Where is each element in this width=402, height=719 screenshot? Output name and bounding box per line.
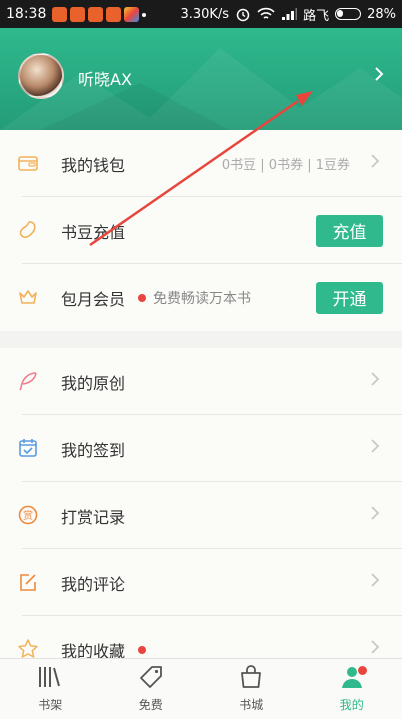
reward-icon: 赏 bbox=[18, 505, 38, 525]
chevron-right-icon bbox=[370, 505, 380, 526]
tab-label: 书城 bbox=[239, 698, 264, 712]
chevron-right-icon bbox=[370, 153, 380, 174]
menu-item-label: 我的评论 bbox=[61, 574, 126, 594]
photos-notification-icon bbox=[124, 6, 140, 22]
app-notification-icon bbox=[52, 6, 68, 22]
profile-header[interactable]: 听晓AX bbox=[0, 28, 402, 130]
recharge-row[interactable]: 书豆充值 充值 bbox=[0, 197, 402, 264]
status-time: 18:38 bbox=[6, 6, 47, 22]
tag-icon bbox=[139, 666, 162, 688]
tab-label: 免费 bbox=[138, 698, 163, 712]
menu-section: 我的原创 我的签到 赏 打赏记录 我的评论 我的收藏 bbox=[0, 348, 402, 658]
wallet-icon bbox=[18, 156, 38, 171]
menu-item-checkin[interactable]: 我的签到 bbox=[0, 415, 402, 482]
bookshelf-icon bbox=[39, 667, 61, 687]
status-right: 3.30K/s 路飞 28% bbox=[180, 5, 396, 24]
wallet-label: 我的钱包 bbox=[61, 155, 126, 175]
menu-item-comments[interactable]: 我的评论 bbox=[0, 549, 402, 616]
menu-item-reward-records[interactable]: 赏 打赏记录 bbox=[0, 482, 402, 549]
menu-item-favorites[interactable]: 我的收藏 bbox=[0, 616, 402, 658]
carrier-name: 路飞 bbox=[303, 8, 330, 24]
avatar[interactable] bbox=[18, 53, 64, 99]
bean-icon bbox=[19, 221, 36, 239]
chevron-right-icon bbox=[370, 572, 380, 593]
activate-membership-button[interactable]: 开通 bbox=[316, 281, 383, 314]
svg-text:赏: 赏 bbox=[23, 510, 33, 522]
tab-label: 我的 bbox=[339, 698, 364, 712]
status-bar: 18:38 3.30K/s 路飞 28% bbox=[0, 0, 402, 28]
tab-bookstore[interactable]: 书城 bbox=[201, 659, 302, 719]
app-notification-icon bbox=[70, 6, 86, 22]
tab-bookshelf[interactable]: 书架 bbox=[0, 659, 101, 719]
recharge-button[interactable]: 充值 bbox=[316, 214, 383, 247]
calendar-check-icon bbox=[19, 439, 37, 457]
membership-row[interactable]: 包月会员 免费畅读万本书 开通 bbox=[0, 264, 402, 331]
star-icon bbox=[18, 639, 38, 658]
tab-me[interactable]: 我的 bbox=[302, 659, 402, 719]
app-notification-icon bbox=[88, 6, 104, 22]
chevron-right-icon[interactable] bbox=[374, 66, 384, 87]
membership-label: 包月会员 bbox=[61, 289, 126, 309]
battery-level: 28% bbox=[367, 6, 396, 22]
bottom-navigation: 书架 免费 书城 我的 bbox=[0, 658, 402, 719]
edit-icon bbox=[20, 574, 36, 591]
notification-icons bbox=[52, 6, 147, 22]
menu-item-label: 打赏记录 bbox=[61, 507, 126, 527]
wifi-icon bbox=[257, 7, 275, 19]
menu-item-label: 我的原创 bbox=[61, 373, 126, 393]
app-notification-icon bbox=[106, 6, 122, 22]
chevron-right-icon bbox=[370, 639, 380, 658]
new-badge-dot bbox=[357, 666, 367, 675]
chevron-right-icon bbox=[370, 371, 380, 392]
new-badge-dot bbox=[138, 293, 146, 302]
signal-icon bbox=[282, 7, 298, 20]
tab-label: 书架 bbox=[38, 698, 63, 712]
menu-item-original[interactable]: 我的原创 bbox=[0, 348, 402, 415]
feather-icon bbox=[19, 372, 37, 391]
battery-icon bbox=[335, 8, 362, 20]
network-speed: 3.30K/s bbox=[180, 6, 230, 22]
tab-free[interactable]: 免费 bbox=[101, 659, 202, 719]
account-section: 我的钱包 0书豆 | 0书券 | 1豆券 书豆充值 充值 包月会员 免费畅读万本… bbox=[0, 130, 402, 331]
alarm-icon bbox=[236, 8, 250, 22]
menu-item-label: 我的签到 bbox=[61, 440, 126, 460]
membership-description: 免费畅读万本书 bbox=[153, 290, 251, 307]
crown-icon bbox=[19, 290, 37, 304]
username[interactable]: 听晓AX bbox=[78, 66, 132, 90]
wallet-row[interactable]: 我的钱包 0书豆 | 0书券 | 1豆券 bbox=[0, 130, 402, 197]
wallet-balance: 0书豆 | 0书券 | 1豆券 bbox=[221, 158, 350, 173]
recharge-label: 书豆充值 bbox=[61, 222, 126, 242]
shopping-bag-icon bbox=[241, 665, 262, 688]
new-badge-dot bbox=[138, 645, 146, 654]
more-notifications-icon bbox=[142, 12, 147, 17]
menu-item-label: 我的收藏 bbox=[61, 641, 126, 659]
chevron-right-icon bbox=[370, 438, 380, 459]
